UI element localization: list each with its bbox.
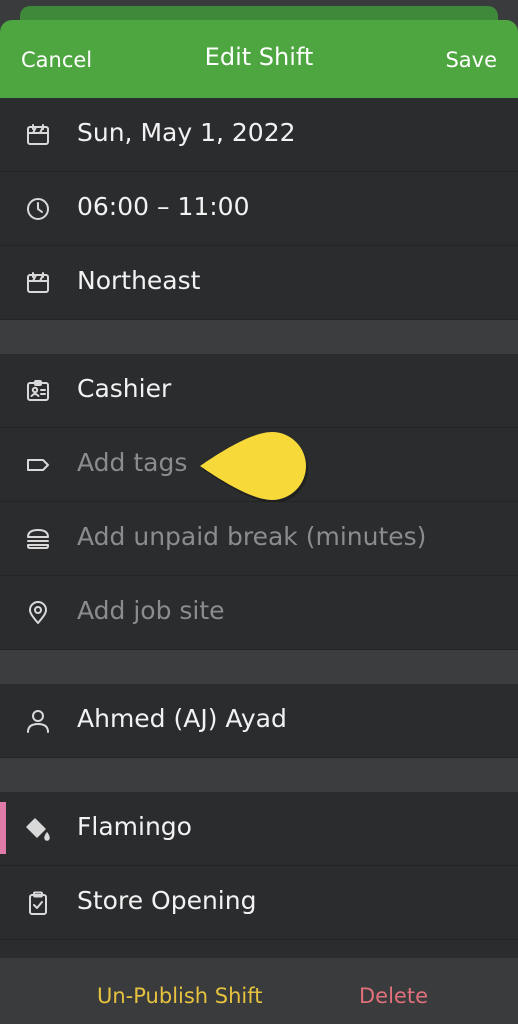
edit-shift-screen: Cancel Edit Shift Save Sun, May 1, 2022	[0, 0, 518, 1024]
delete-button[interactable]: Delete	[359, 984, 428, 1008]
clock-icon	[25, 196, 51, 222]
location-pin-icon	[25, 600, 51, 626]
paint-bucket-icon	[25, 816, 51, 842]
highlight-callout	[196, 430, 308, 502]
clipboard-check-icon	[25, 890, 51, 916]
calendar-icon	[25, 270, 51, 296]
job-site-row[interactable]: Add job site	[0, 576, 518, 650]
time-value: 06:00 – 11:00	[77, 192, 250, 221]
save-button[interactable]: Save	[445, 48, 497, 72]
schedule-row[interactable]: Northeast	[0, 246, 518, 320]
date-value: Sun, May 1, 2022	[77, 118, 296, 147]
position-value: Cashier	[77, 374, 172, 403]
break-row[interactable]: Add unpaid break (minutes)	[0, 502, 518, 576]
shift-form: Sun, May 1, 2022 06:00 – 11:00 Northeast…	[0, 98, 518, 940]
footer-actions: Un-Publish Shift Delete	[0, 958, 518, 1024]
tags-placeholder: Add tags	[77, 448, 188, 477]
header-bar: Cancel Edit Shift Save	[0, 20, 518, 98]
section-divider	[0, 758, 518, 792]
position-row[interactable]: Cashier	[0, 354, 518, 428]
color-row[interactable]: Flamingo	[0, 792, 518, 866]
color-name: Flamingo	[77, 812, 192, 841]
break-placeholder: Add unpaid break (minutes)	[77, 522, 427, 551]
page-title: Edit Shift	[204, 43, 314, 71]
assignee-row[interactable]: Ahmed (AJ) Ayad	[0, 684, 518, 758]
job-site-placeholder: Add job site	[77, 596, 225, 625]
section-divider	[0, 650, 518, 684]
date-row[interactable]: Sun, May 1, 2022	[0, 98, 518, 172]
time-row[interactable]: 06:00 – 11:00	[0, 172, 518, 246]
task-list-row[interactable]: Store Opening	[0, 866, 518, 940]
assignee-name: Ahmed (AJ) Ayad	[77, 704, 287, 733]
tag-icon	[25, 452, 51, 478]
person-icon	[25, 708, 51, 734]
burger-icon	[25, 526, 51, 552]
unpublish-shift-button[interactable]: Un-Publish Shift	[97, 984, 263, 1008]
id-badge-icon	[25, 378, 51, 404]
calendar-icon	[25, 122, 51, 148]
section-divider	[0, 320, 518, 354]
schedule-value: Northeast	[77, 266, 201, 295]
color-swatch	[0, 802, 6, 854]
task-list-name: Store Opening	[77, 886, 257, 915]
